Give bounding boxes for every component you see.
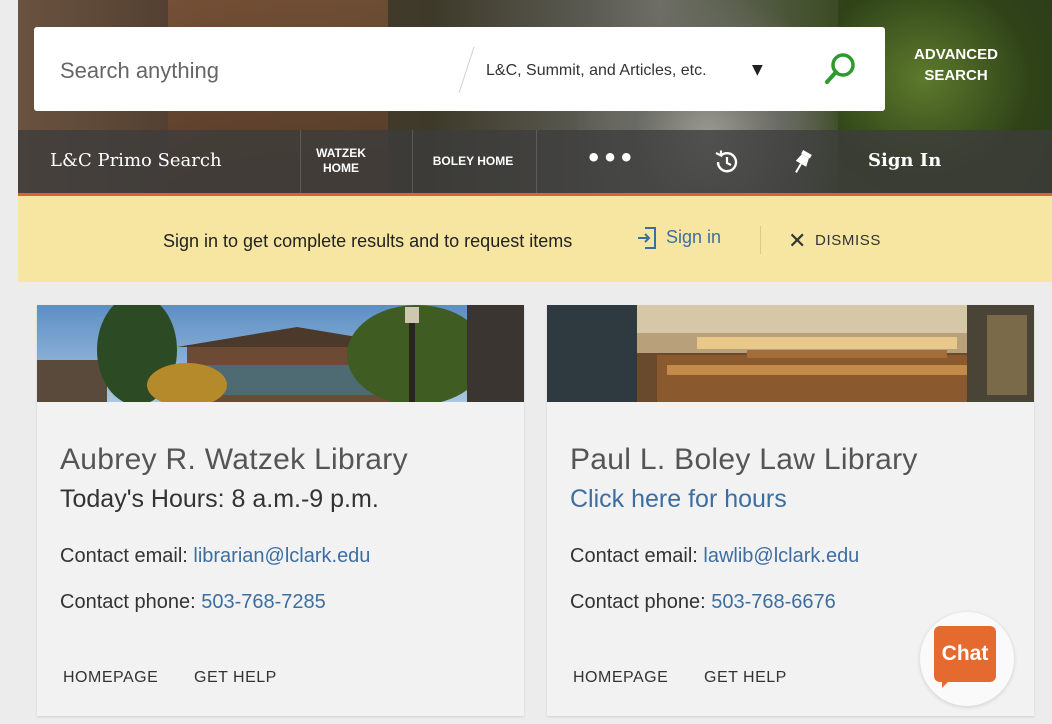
get-help-link[interactable]: GET HELP: [704, 669, 787, 687]
advanced-label-line1: ADVANCED: [914, 46, 998, 63]
search-button[interactable]: [820, 49, 860, 89]
sign-in-icon: [638, 227, 656, 249]
search-scope-select[interactable]: L&C, Summit, and Articles, etc.: [486, 62, 707, 80]
banner-sign-in-link[interactable]: Sign in: [636, 226, 721, 250]
pinned-button[interactable]: [788, 148, 816, 176]
chat-bubble-tail: [942, 678, 960, 688]
search-input[interactable]: [58, 53, 442, 89]
close-icon: ✕: [788, 228, 808, 253]
contact-phone-link[interactable]: 503-768-7285: [201, 591, 326, 613]
search-bar: L&C, Summit, and Articles, etc. ▼: [34, 27, 885, 111]
search-icon: [825, 53, 855, 84]
contact-email: Contact email: lawlib@lclark.edu: [570, 545, 859, 568]
chat-bubble-icon: Chat: [934, 626, 996, 682]
sign-in-banner: Sign in to get complete results and to r…: [18, 196, 1052, 282]
chat-widget-button[interactable]: Chat: [920, 612, 1014, 706]
dismiss-button[interactable]: ✕ DISMISS: [788, 228, 881, 254]
homepage-link[interactable]: HOMEPAGE: [63, 669, 158, 687]
library-name: Paul L. Boley Law Library: [570, 443, 918, 476]
contact-phone-label: Contact phone:: [570, 591, 712, 613]
caret-down-icon[interactable]: ▼: [752, 62, 763, 78]
get-help-link[interactable]: GET HELP: [194, 669, 277, 687]
contact-email-label: Contact email:: [60, 545, 194, 567]
sign-in-link[interactable]: Sign In: [868, 150, 941, 171]
history-button[interactable]: [712, 148, 740, 176]
library-hours: Today's Hours: 8 a.m.-9 p.m.: [60, 485, 379, 513]
banner-message: Sign in to get complete results and to r…: [163, 231, 573, 251]
contact-email-label: Contact email:: [570, 545, 704, 567]
contact-phone: Contact phone: 503-768-7285: [60, 591, 326, 614]
hours-link[interactable]: Click here for hours: [570, 485, 787, 514]
banner-divider: [760, 226, 761, 254]
watzek-library-photo: [37, 305, 524, 402]
nav-bar: L&C Primo Search WATZEK HOME BOLEY HOME …: [18, 130, 1052, 193]
advanced-search-link[interactable]: ADVANCED SEARCH: [898, 44, 1014, 86]
scope-divider: [458, 47, 475, 93]
nav-watzek-home[interactable]: WATZEK HOME: [308, 146, 374, 176]
header: L&C, Summit, and Articles, etc. ▼ ADVANC…: [18, 0, 1052, 196]
nav-divider: [412, 130, 413, 193]
boley-library-photo: [547, 305, 1034, 402]
chat-label: Chat: [941, 642, 989, 665]
advanced-label-line2: SEARCH: [924, 67, 988, 84]
contact-phone: Contact phone: 503-768-6676: [570, 591, 836, 614]
library-name: Aubrey R. Watzek Library: [60, 443, 408, 476]
history-icon: [715, 150, 738, 173]
contact-email-link[interactable]: librarian@lclark.edu: [193, 545, 370, 567]
library-card-watzek: Aubrey R. Watzek Library Today's Hours: …: [37, 305, 524, 716]
nav-watzek-line2: HOME: [323, 161, 359, 175]
nav-divider: [536, 130, 537, 193]
pin-icon: [795, 149, 812, 173]
dismiss-label: DISMISS: [815, 231, 881, 249]
more-menu-button[interactable]: •••: [586, 144, 635, 172]
brand-logo[interactable]: L&C Primo Search: [50, 150, 222, 171]
contact-email-link[interactable]: lawlib@lclark.edu: [703, 545, 859, 567]
contact-phone-link[interactable]: 503-768-6676: [711, 591, 836, 613]
homepage-link[interactable]: HOMEPAGE: [573, 669, 668, 687]
banner-sign-in-label: Sign in: [666, 226, 722, 247]
contact-phone-label: Contact phone:: [60, 591, 202, 613]
nav-boley-home[interactable]: BOLEY HOME: [420, 154, 526, 169]
nav-divider: [300, 130, 301, 193]
nav-watzek-line1: WATZEK: [316, 146, 366, 160]
contact-email: Contact email: librarian@lclark.edu: [60, 545, 370, 568]
